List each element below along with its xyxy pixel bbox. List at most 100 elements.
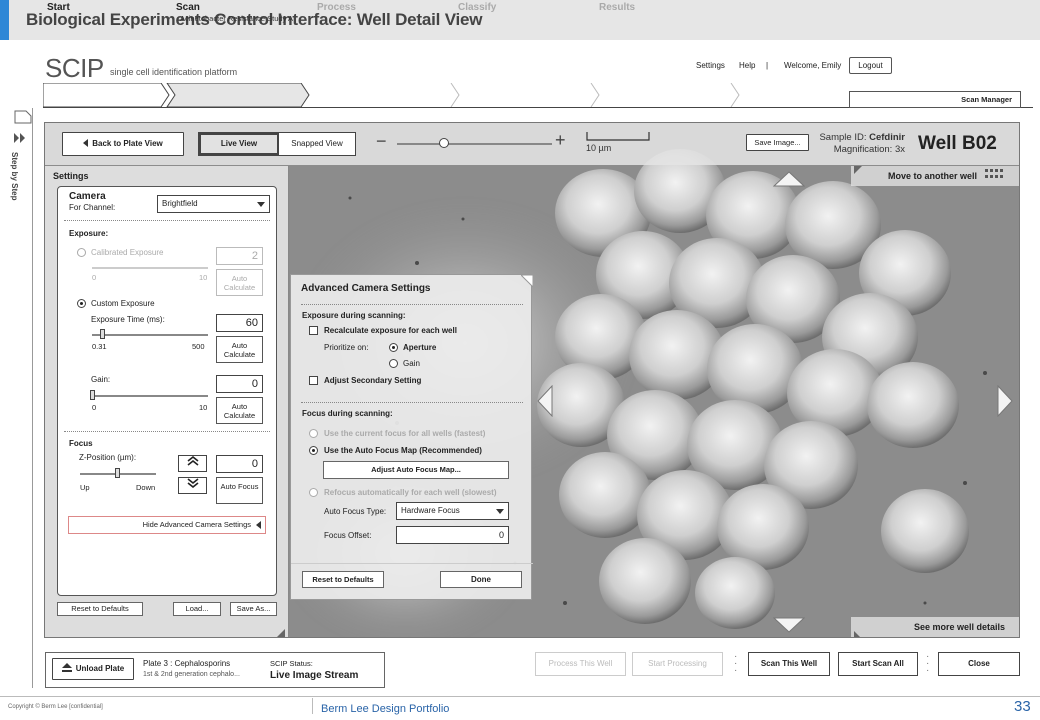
use-current-focus-radio[interactable] xyxy=(309,429,318,438)
done-button[interactable]: Done xyxy=(440,571,522,588)
arrow-up-icon[interactable] xyxy=(773,171,805,187)
gain-thumb[interactable] xyxy=(90,390,95,400)
for-channel-label: For Channel: xyxy=(69,203,116,212)
arrow-down-icon[interactable] xyxy=(773,617,805,633)
unload-plate-label: Unload Plate xyxy=(75,664,125,673)
z-up-label: Up xyxy=(80,483,90,492)
adjust-secondary-checkbox[interactable] xyxy=(309,376,318,385)
aperture-radio[interactable] xyxy=(389,343,398,352)
exposure-heading: Exposure: xyxy=(69,229,109,238)
refocus-label: Refocus automatically for each well (slo… xyxy=(324,488,497,497)
exposure-time-slider[interactable] xyxy=(92,334,208,336)
zoom-slider-thumb[interactable] xyxy=(438,138,449,148)
exposure-time-input[interactable]: 60 xyxy=(216,314,263,332)
calibrated-exposure-radio[interactable] xyxy=(77,248,86,257)
settings-link[interactable]: Settings xyxy=(696,61,725,70)
magnification-value: 3x xyxy=(894,144,905,155)
recalculate-checkbox[interactable] xyxy=(309,326,318,335)
zoom-out-icon[interactable]: − xyxy=(376,131,387,152)
arrow-right-icon[interactable] xyxy=(997,385,1013,417)
focus-offset-input[interactable]: 0 xyxy=(396,526,509,544)
calibrated-slider[interactable] xyxy=(92,267,208,269)
left-divider xyxy=(32,108,33,688)
gain-input[interactable]: 0 xyxy=(216,375,263,393)
step-process[interactable]: Process xyxy=(313,0,443,24)
slide: Biological Experiments Control Interface… xyxy=(0,0,1040,720)
slider-max: 500 xyxy=(192,342,205,351)
double-chevron-down-icon xyxy=(187,478,198,489)
process-this-well-button[interactable]: Process This Well xyxy=(535,652,626,676)
adjust-auto-focus-map-button[interactable]: Adjust Auto Focus Map... xyxy=(323,461,509,479)
settings-reset-button[interactable]: Reset to Defaults xyxy=(57,602,143,616)
step-results[interactable]: Results xyxy=(595,0,725,24)
calibrated-exposure-label: Calibrated Exposure xyxy=(91,248,164,257)
use-auto-focus-map-radio[interactable] xyxy=(309,446,318,455)
unload-plate-button[interactable]: Unload Plate xyxy=(52,658,134,680)
arrow-left-icon[interactable] xyxy=(537,385,553,417)
caret-down-icon xyxy=(257,202,265,207)
scale-label: 10 µm xyxy=(586,143,612,153)
divider xyxy=(301,402,523,403)
zoom-slider-track[interactable] xyxy=(397,143,552,145)
advanced-reset-button[interactable]: Reset to Defaults xyxy=(302,571,384,588)
focus-offset-label: Focus Offset: xyxy=(324,531,372,540)
step-label: Classify xyxy=(458,2,497,13)
footer-separator xyxy=(312,698,313,714)
step-classify[interactable]: Classify xyxy=(454,0,584,24)
scan-manager-tab[interactable]: Scan Manager xyxy=(849,91,1021,108)
double-chevron-up-icon xyxy=(187,455,198,466)
grid-icon[interactable] xyxy=(985,169,1007,181)
step-label: Start xyxy=(47,2,70,13)
close-button[interactable]: Close xyxy=(938,652,1020,676)
zoom-in-icon[interactable]: + xyxy=(555,130,566,151)
refocus-radio[interactable] xyxy=(309,488,318,497)
see-more-well-details[interactable]: See more well details xyxy=(851,617,1019,637)
auto-focus-type-select[interactable]: Hardware Focus xyxy=(396,502,509,520)
settings-load-button[interactable]: Load... xyxy=(173,602,221,616)
custom-exposure-radio[interactable] xyxy=(77,299,86,308)
auto-calculate-button[interactable]: Auto Calculate xyxy=(216,336,263,363)
scan-this-well-button[interactable]: Scan This Well xyxy=(748,652,830,676)
portfolio-label: Berm Lee Design Portfolio xyxy=(321,703,450,715)
snapped-view-tab[interactable]: Snapped View xyxy=(279,133,355,155)
step-by-step-label[interactable]: Step by Step xyxy=(10,152,19,200)
page-corner-icon xyxy=(14,110,32,124)
live-view-tab[interactable]: Live View xyxy=(199,133,279,155)
scale-bar-icon xyxy=(586,132,650,141)
help-link[interactable]: Help xyxy=(739,61,755,70)
hide-advanced-label: Hide Advanced Camera Settings xyxy=(142,520,251,529)
view-toggle: Live View Snapped View xyxy=(198,132,356,156)
hide-advanced-button[interactable]: Hide Advanced Camera Settings xyxy=(68,516,266,534)
gain-auto-calculate-button[interactable]: Auto Calculate xyxy=(216,397,263,424)
expand-icon[interactable] xyxy=(14,133,28,143)
settings-save-as-button[interactable]: Save As... xyxy=(230,602,277,616)
plate-description: 1st & 2nd generation cephalo... xyxy=(143,671,240,678)
focus-heading: Focus xyxy=(69,439,93,448)
focus-down-button[interactable] xyxy=(178,477,207,494)
calibrated-exposure-input[interactable]: 2 xyxy=(216,247,263,265)
gain-slider[interactable] xyxy=(92,395,208,397)
divider xyxy=(64,220,270,221)
copyright: Copyright © Berm Lee [confidential] xyxy=(8,704,103,710)
slider-min: 0.31 xyxy=(92,342,107,351)
logout-button[interactable]: Logout xyxy=(849,57,892,74)
well-image-viewer[interactable]: Back to Plate View Live View Snapped Vie… xyxy=(44,122,1020,638)
back-to-plate-button[interactable]: Back to Plate View xyxy=(62,132,184,156)
auto-calculate-button-disabled[interactable]: Auto Calculate xyxy=(216,269,263,296)
focus-up-button[interactable] xyxy=(178,455,207,472)
plate-name: Plate 3 : Cephalosporins xyxy=(143,659,231,668)
auto-focus-button[interactable]: Auto Focus xyxy=(216,477,263,504)
start-processing-button[interactable]: Start Processing xyxy=(632,652,723,676)
use-current-focus-label: Use the current focus for all wells (fas… xyxy=(324,429,486,438)
separator-dots: · · · xyxy=(734,651,738,676)
step-scan[interactable]: Scan Acinetobacter Resistance Study A xyxy=(172,0,302,24)
focus-scanning-heading: Focus during scanning: xyxy=(302,409,393,418)
z-position-thumb[interactable] xyxy=(115,468,120,478)
gain-radio[interactable] xyxy=(389,359,398,368)
step-start[interactable]: Start xyxy=(43,0,163,24)
channel-select[interactable]: Brightfield xyxy=(157,195,270,213)
z-position-input[interactable]: 0 xyxy=(216,455,263,473)
camera-title: Camera xyxy=(69,191,106,202)
start-scan-all-button[interactable]: Start Scan All xyxy=(838,652,918,676)
exposure-time-thumb[interactable] xyxy=(100,329,105,339)
